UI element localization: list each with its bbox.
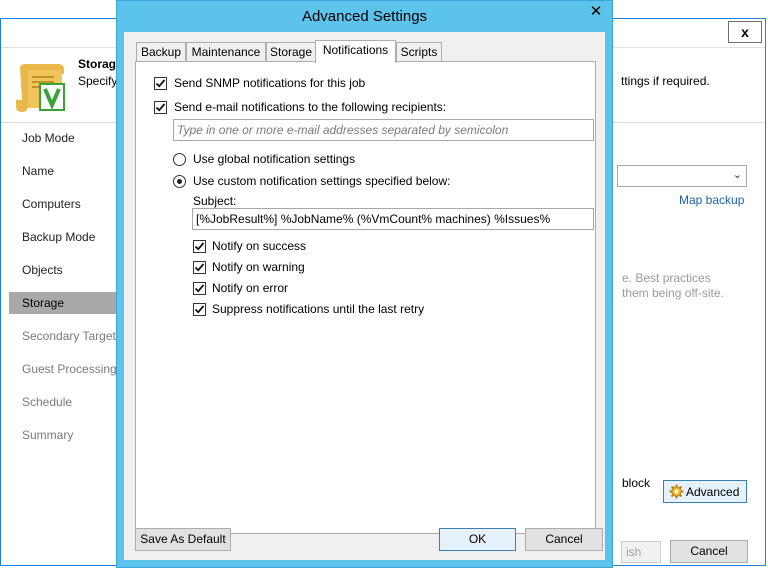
dialog-body: Backup Maintenance Storage Notifications… <box>124 32 605 560</box>
gear-icon <box>669 484 684 499</box>
nav-item-secondary-target[interactable]: Secondary Target <box>9 325 117 347</box>
notify-success-checkbox[interactable] <box>193 240 206 253</box>
block-text: block <box>622 476 651 490</box>
email-label: Send e-mail notifications to the followi… <box>174 100 447 114</box>
subject-input[interactable]: [%JobResult%] %JobName% (%VmCount% machi… <box>192 208 594 230</box>
nav-item-job-mode[interactable]: Job Mode <box>9 127 117 149</box>
recipients-input[interactable]: Type in one or more e-mail addresses sep… <box>173 119 594 141</box>
nav-item-objects[interactable]: Objects <box>9 259 117 281</box>
notifications-panel: Send SNMP notifications for this job Sen… <box>135 61 596 534</box>
close-icon[interactable]: ✕ <box>581 1 611 23</box>
nav-item-storage[interactable]: Storage <box>9 292 117 314</box>
global-settings-radio[interactable] <box>173 153 186 166</box>
map-backup-link[interactable]: Map backup <box>679 193 744 207</box>
advanced-settings-dialog: Advanced Settings ✕ Backup Maintenance S… <box>116 0 613 568</box>
email-checkbox[interactable] <box>154 101 167 114</box>
suppress-notifications-checkbox[interactable] <box>193 303 206 316</box>
dialog-title: Advanced Settings <box>301 8 428 25</box>
wizard-cancel-button[interactable]: Cancel <box>670 540 748 563</box>
save-as-default-button[interactable]: Save As Default <box>135 528 231 551</box>
custom-settings-radio[interactable] <box>173 175 186 188</box>
notify-error-checkbox[interactable] <box>193 282 206 295</box>
notify-warning-checkbox[interactable] <box>193 261 206 274</box>
best-practices-hint-line-1: e. Best practices <box>622 271 711 285</box>
wizard-step-hint: ttings if required. <box>621 74 710 88</box>
suppress-notifications-label: Suppress notifications until the last re… <box>212 302 425 316</box>
tab-maintenance[interactable]: Maintenance <box>186 42 266 62</box>
wizard-step-subtitle: Specify <box>78 74 118 88</box>
tab-backup[interactable]: Backup <box>136 42 186 62</box>
nav-item-name[interactable]: Name <box>9 160 117 182</box>
tab-storage[interactable]: Storage <box>266 42 316 62</box>
tab-notifications[interactable]: Notifications <box>315 40 396 63</box>
ok-button[interactable]: OK <box>439 528 516 551</box>
cancel-button[interactable]: Cancel <box>525 528 603 551</box>
dialog-title-bar: Advanced Settings ✕ <box>117 1 612 32</box>
advanced-button[interactable]: Advanced <box>663 480 747 503</box>
snmp-checkbox[interactable] <box>154 77 167 90</box>
notify-success-label: Notify on success <box>212 239 307 253</box>
nav-item-computers[interactable]: Computers <box>9 193 117 215</box>
subject-label: Subject: <box>193 194 237 208</box>
nav-item-backup-mode[interactable]: Backup Mode <box>9 226 117 248</box>
nav-item-summary[interactable]: Summary <box>9 424 117 446</box>
global-settings-label: Use global notification settings <box>193 152 356 166</box>
nav-item-schedule[interactable]: Schedule <box>9 391 117 413</box>
chevron-down-icon: ⌄ <box>732 169 742 181</box>
best-practices-hint-line-2: them being off-site. <box>622 286 724 300</box>
job-wizard-icon <box>16 64 65 112</box>
wizard-steps-nav: Job Mode Name Computers Backup Mode Obje… <box>1 123 117 565</box>
advanced-button-label: Advanced <box>686 485 740 499</box>
repository-select[interactable]: ⌄ <box>617 165 747 187</box>
notify-warning-label: Notify on warning <box>212 260 305 274</box>
snmp-label: Send SNMP notifications for this job <box>174 76 366 90</box>
nav-item-guest-processing[interactable]: Guest Processing <box>9 358 117 380</box>
wizard-close-button[interactable]: x <box>728 21 762 43</box>
notify-error-label: Notify on error <box>212 281 289 295</box>
tab-scripts[interactable]: Scripts <box>396 42 442 62</box>
custom-settings-label: Use custom notification settings specifi… <box>193 174 451 188</box>
finish-button[interactable]: ish <box>621 541 661 563</box>
